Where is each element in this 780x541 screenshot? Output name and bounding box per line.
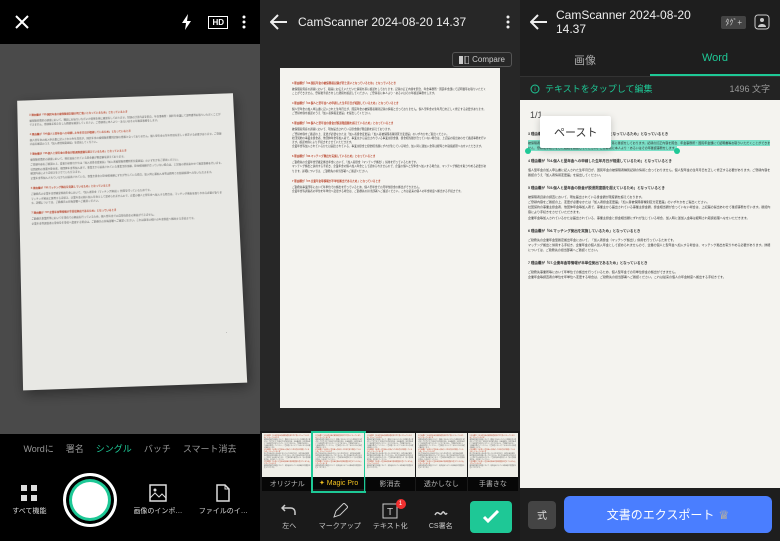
paste-menu[interactable]: ペースト xyxy=(540,116,611,148)
text-button[interactable]: T 1 テキスト化 xyxy=(365,503,416,531)
word-screen: CamScanner 2024-08-20 14.37 ﾀｸﾞ+ 画像 Word… xyxy=(520,0,780,541)
all-features-label: すべて機能 xyxy=(12,506,46,516)
mode-4[interactable]: スマート消去 xyxy=(183,442,237,455)
mode-1[interactable]: 署名 xyxy=(66,442,84,455)
filter-strip[interactable]: 3 理由欄が「03.国民年金の被保険者記録が死亡喪いとなっているため」となってい… xyxy=(260,431,520,493)
word-doc-title[interactable]: CamScanner 2024-08-20 14.37 xyxy=(556,8,713,36)
edit-more-icon[interactable] xyxy=(506,15,510,29)
tab-image[interactable]: 画像 xyxy=(520,44,650,76)
hd-icon[interactable]: HD xyxy=(208,16,228,29)
edit-screen: CamScanner 2024-08-20 14.37 Compare 3 理由… xyxy=(260,0,520,541)
tab-word[interactable]: Word xyxy=(650,44,780,76)
shutter-button[interactable] xyxy=(63,473,117,527)
export-label: 文書のエクスポート xyxy=(607,506,715,523)
rotate-left-button[interactable]: 左へ xyxy=(264,503,315,531)
formula-button[interactable]: 式 xyxy=(528,501,556,529)
text-label: テキスト化 xyxy=(373,521,408,531)
action-bar: 左へ マークアップ T 1 テキスト化 CS署名 xyxy=(260,493,520,541)
camera-topbar: HD xyxy=(0,0,260,44)
back-icon[interactable] xyxy=(270,14,288,30)
scanned-document: 3 理由欄が「03.国民年金の被保険者記録が死亡喪いとなっているため」となってい… xyxy=(280,68,500,408)
compare-button[interactable]: Compare xyxy=(452,52,512,67)
filter-3[interactable]: 3 理由欄が「03.国民年金の被保険者記録が死亡喪いとなっているため」となってい… xyxy=(416,433,466,491)
svg-text:T: T xyxy=(387,507,393,518)
word-header: CamScanner 2024-08-20 14.37 ﾀｸﾞ+ xyxy=(520,0,780,44)
import-image-button[interactable]: 画像のインポ… xyxy=(133,484,182,516)
flash-icon[interactable] xyxy=(180,14,194,30)
edit-header: CamScanner 2024-08-20 14.37 xyxy=(260,0,520,44)
word-tabs: 画像 Word xyxy=(520,44,780,77)
document-preview: 3 理由欄が「03.国民年金の被保険者記録が死亡喪いとなっているため」となってい… xyxy=(17,93,247,390)
mode-3[interactable]: バッチ xyxy=(144,442,171,455)
import-file-label: ファイルのイ… xyxy=(199,506,248,516)
mode-2[interactable]: シングル xyxy=(96,442,132,455)
filter-1[interactable]: 3 理由欄が「03.国民年金の被保険者記録が死亡喪いとなっているため」となってい… xyxy=(313,433,363,491)
rotate-left-label: 左へ xyxy=(282,521,296,531)
mode-selector[interactable]: Wordに署名シングルバッチスマート消去 xyxy=(0,434,260,463)
import-file-button[interactable]: ファイルのイ… xyxy=(199,484,248,516)
text-badge: 1 xyxy=(396,499,406,509)
crown-icon: ♕ xyxy=(718,508,729,522)
markup-button[interactable]: マークアップ xyxy=(315,503,366,531)
camera-more-icon[interactable] xyxy=(242,15,246,29)
close-icon[interactable] xyxy=(14,14,30,30)
doc-title[interactable]: CamScanner 2024-08-20 14.37 xyxy=(298,15,496,29)
compare-label: Compare xyxy=(472,55,505,64)
camera-screen: HD 3 理由欄が「03.国民年金の被保険者記録が死亡喪いとなっているため」とな… xyxy=(0,0,260,541)
filter-0[interactable]: 3 理由欄が「03.国民年金の被保険者記録が死亡喪いとなっているため」となってい… xyxy=(262,433,312,491)
svg-text:i: i xyxy=(534,87,535,93)
confirm-button[interactable] xyxy=(470,501,512,533)
mode-0[interactable]: Wordに xyxy=(23,442,53,455)
sign-label: CS署名 xyxy=(429,521,453,531)
hint-text: iテキストをタップして編集 xyxy=(530,82,652,95)
char-count: 1496 文字 xyxy=(729,82,770,95)
word-back-icon[interactable] xyxy=(530,14,548,30)
filter-4[interactable]: 3 理由欄が「03.国民年金の被保険者記録が死亡喪いとなっているため」となってい… xyxy=(468,433,518,491)
markup-label: マークアップ xyxy=(319,521,361,531)
hint-bar: iテキストをタップして編集 1496 文字 xyxy=(520,77,780,100)
sign-button[interactable]: CS署名 xyxy=(416,503,467,531)
all-features-button[interactable]: すべて機能 xyxy=(12,484,46,516)
camera-bottombar: すべて機能 画像のインポ… ファイルのイ… xyxy=(0,463,260,541)
filter-2[interactable]: 3 理由欄が「03.国民年金の被保険者記録が死亡喪いとなっているため」となってい… xyxy=(365,433,415,491)
camera-viewport: 3 理由欄が「03.国民年金の被保険者記録が死亡喪いとなっているため」となってい… xyxy=(0,44,260,434)
word-bottombar: 式 文書のエクスポート ♕ xyxy=(520,488,780,541)
export-button[interactable]: 文書のエクスポート ♕ xyxy=(564,496,772,533)
edit-viewport: 3 理由欄が「03.国民年金の被保険者記録が死亡喪いとなっているため」となってい… xyxy=(260,44,520,431)
import-image-label: 画像のインポ… xyxy=(133,506,182,516)
contact-icon[interactable] xyxy=(754,14,770,30)
tag-button[interactable]: ﾀｸﾞ+ xyxy=(721,16,746,29)
word-viewport[interactable]: 1/1 ペースト 3 理由欄が「03.国民年金の被保険者記録が死亡喪いとなってい… xyxy=(520,100,780,488)
